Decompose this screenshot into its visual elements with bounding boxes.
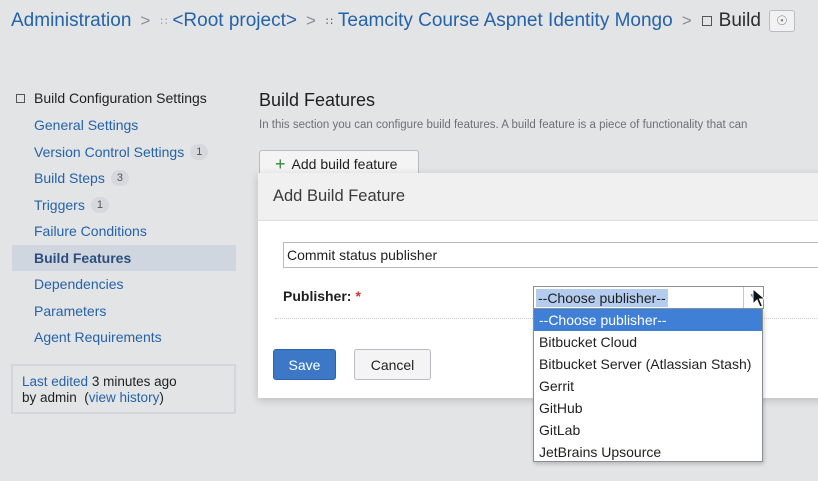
publisher-option[interactable]: Bitbucket Cloud <box>534 331 762 353</box>
sidebar-item-parameters[interactable]: Parameters <box>12 298 236 325</box>
breadcrumb-administration[interactable]: Administration <box>11 10 131 32</box>
publisher-select-value: --Choose publisher-- <box>536 288 668 307</box>
sidebar-item-label: Build Steps <box>34 170 105 187</box>
breadcrumb-root-project[interactable]: <Root project> <box>172 10 297 32</box>
close-paren: ) <box>159 390 164 405</box>
publisher-label: Publisher: * <box>283 288 361 304</box>
sidebar-item-label: Version Control Settings <box>34 143 185 160</box>
breadcrumb: Administration > ∷ <Root project> > ∷ Te… <box>11 8 795 34</box>
page-title: Build Features <box>259 90 376 110</box>
lightbulb-icon[interactable]: ☉ <box>768 10 795 32</box>
publisher-option[interactable]: --Choose publisher-- <box>534 309 762 331</box>
required-mark: * <box>355 288 361 304</box>
sidebar-item-general-settings[interactable]: General Settings <box>12 112 236 139</box>
breadcrumb-separator: > <box>681 11 692 30</box>
publisher-option[interactable]: JetBrains Upsource <box>534 441 762 463</box>
build-config-icon <box>701 16 712 26</box>
sidebar-item-triggers[interactable]: Triggers 1 <box>12 192 236 219</box>
publisher-option[interactable]: Gerrit <box>534 375 762 397</box>
sidebar-item-version-control-settings[interactable]: Version Control Settings 1 <box>12 139 236 166</box>
publisher-option[interactable]: GitLab <box>534 419 762 441</box>
sidebar-item-label: Agent Requirements <box>34 329 162 346</box>
sidebar-item-dependencies[interactable]: Dependencies <box>12 271 236 298</box>
sidebar-nav: General Settings Version Control Setting… <box>12 112 236 351</box>
sidebar-item-label: General Settings <box>34 117 139 134</box>
sidebar-item-label: Build Features <box>34 249 132 266</box>
sidebar-item-label: Triggers <box>34 196 85 213</box>
publisher-select[interactable]: --Choose publisher-- ▼ <box>533 286 764 309</box>
breadcrumb-separator: > <box>140 11 151 30</box>
count-badge: 1 <box>90 196 109 213</box>
sidebar-item-label: Failure Conditions <box>34 223 147 240</box>
sidebar-item-label: Dependencies <box>34 276 124 293</box>
section-description: In this section you can configure build … <box>259 119 748 131</box>
dialog-title: Add Build Feature <box>258 173 818 221</box>
sidebar-item-failure-conditions[interactable]: Failure Conditions <box>12 218 236 245</box>
sidebar-item-build-features[interactable]: Build Features <box>12 244 236 271</box>
publisher-dropdown: --Choose publisher-- Bitbucket Cloud Bit… <box>533 308 763 462</box>
project-icon: ∷ <box>160 15 167 28</box>
breadcrumb-separator: > <box>305 11 316 30</box>
count-badge: 3 <box>110 170 129 187</box>
last-edited-link[interactable]: Last edited <box>22 374 88 389</box>
count-badge: 1 <box>190 143 209 160</box>
last-edited-by: by admin <box>22 390 77 405</box>
publisher-option[interactable]: GitHub <box>534 397 762 419</box>
sidebar-item-agent-requirements[interactable]: Agent Requirements <box>12 324 236 351</box>
publisher-option[interactable]: Bitbucket Server (Atlassian Stash) <box>534 353 762 375</box>
breadcrumb-project[interactable]: Teamcity Course Aspnet Identity Mongo <box>338 10 673 32</box>
project-icon: ∷ <box>325 15 333 28</box>
sidebar-heading: Build Configuration Settings <box>16 90 207 106</box>
plus-icon: + <box>275 154 286 174</box>
cancel-button[interactable]: Cancel <box>354 349 431 380</box>
add-build-feature-label: Add build feature <box>291 156 398 172</box>
breadcrumb-build: Build <box>718 10 761 31</box>
mouse-cursor-icon <box>752 288 766 308</box>
view-history-link[interactable]: view history <box>89 390 160 405</box>
build-config-icon <box>16 93 25 103</box>
last-edited-time: 3 minutes ago <box>91 374 177 389</box>
save-button[interactable]: Save <box>273 349 336 380</box>
sidebar-item-build-steps[interactable]: Build Steps 3 <box>12 165 236 192</box>
sidebar-heading-label: Build Configuration Settings <box>34 90 207 106</box>
publisher-label-text: Publisher: <box>283 288 352 304</box>
sidebar-item-label: Parameters <box>34 302 107 319</box>
feature-type-select[interactable]: Commit status publisher <box>283 242 818 268</box>
last-edited-box: Last edited 3 minutes ago by admin (view… <box>11 364 236 414</box>
